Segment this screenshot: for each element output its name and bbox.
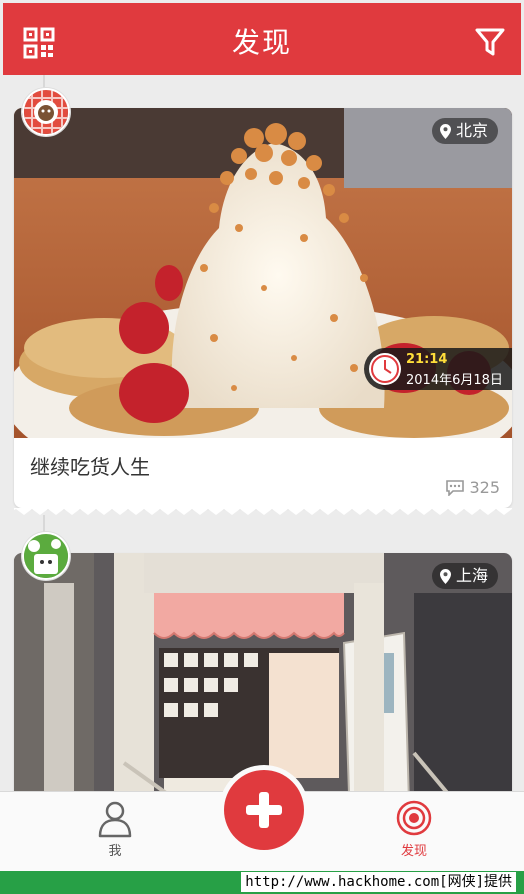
watermark-bar: http://www.hackhome.com[网侠]提供 <box>0 871 524 894</box>
comment-icon <box>446 479 465 496</box>
location-pin-icon <box>439 568 451 584</box>
location-pin-icon <box>439 123 451 139</box>
feed-card[interactable]: 北京 21:14 2014年6月18日 继续吃货人生 325 <box>14 108 512 508</box>
tab-me-label: 我 <box>108 844 122 859</box>
comment-count-value: 325 <box>469 478 500 497</box>
page-title: 发现 <box>231 26 292 59</box>
comment-count[interactable]: 325 <box>446 478 500 497</box>
tab-discover-label: 发现 <box>400 844 427 859</box>
user-avatar[interactable] <box>22 532 70 580</box>
card-zigzag-edge <box>14 508 512 515</box>
user-avatar[interactable] <box>22 88 70 136</box>
filter-funnel-icon[interactable] <box>475 27 505 57</box>
location-badge[interactable]: 北京 <box>431 118 498 144</box>
location-label: 北京 <box>455 121 488 140</box>
clock-icon <box>369 353 401 385</box>
discover-feed[interactable]: 北京 21:14 2014年6月18日 继续吃货人生 325 上海 <box>0 75 524 791</box>
add-post-button[interactable] <box>219 765 309 855</box>
tab-discover[interactable]: 发现 <box>384 800 444 859</box>
food-photo[interactable]: 北京 21:14 2014年6月18日 <box>14 108 512 438</box>
plus-icon <box>246 792 282 828</box>
post-date: 2014年6月18日 <box>406 373 503 388</box>
app-screen: 发现 北京 21:14 2014年6月18日 继续吃货人生 325 上海 我 发… <box>0 0 524 871</box>
location-badge[interactable]: 上海 <box>431 563 498 589</box>
tab-me[interactable]: 我 <box>85 800 145 859</box>
post-time: 21:14 <box>406 352 448 367</box>
post-caption: 继续吃货人生 <box>30 455 150 479</box>
location-label: 上海 <box>455 566 488 585</box>
feed-card[interactable]: 上海 <box>14 553 512 791</box>
person-icon <box>98 801 132 838</box>
timestamp-badge: 21:14 2014年6月18日 <box>364 348 512 390</box>
watermark-text: http://www.hackhome.com[网侠]提供 <box>241 872 516 892</box>
target-icon <box>396 800 432 836</box>
storefront-photo[interactable]: 上海 <box>14 553 512 791</box>
top-navigation-bar: 发现 <box>3 3 521 75</box>
